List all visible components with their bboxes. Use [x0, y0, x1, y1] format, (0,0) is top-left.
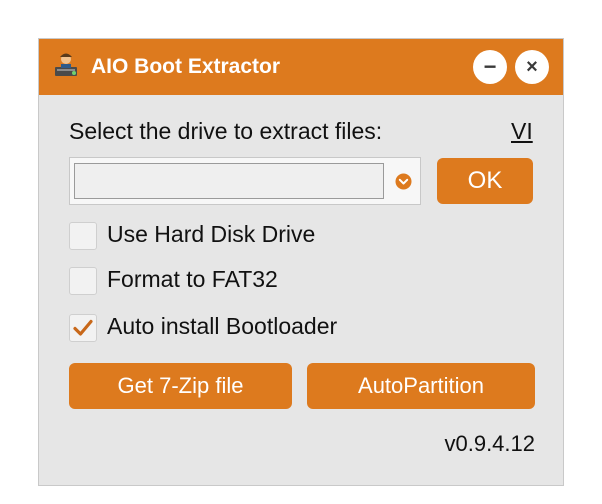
checkbox-box[interactable]	[69, 314, 97, 342]
window-title: AIO Boot Extractor	[91, 55, 281, 78]
app-window: AIO Boot Extractor − × Select the drive …	[38, 38, 564, 486]
checkmark-icon	[73, 319, 93, 336]
title-bar: AIO Boot Extractor − ×	[39, 39, 563, 95]
drive-select-field[interactable]	[74, 163, 384, 199]
checkbox-label: Use Hard Disk Drive	[107, 221, 316, 247]
version-label: v0.9.4.12	[444, 431, 535, 456]
minimize-button[interactable]: −	[473, 50, 507, 84]
get-7zip-button[interactable]: Get 7-Zip file	[69, 363, 292, 409]
checkbox-box[interactable]	[69, 267, 97, 295]
drive-prompt-label: Select the drive to extract files:	[69, 118, 383, 144]
ok-button[interactable]: OK	[437, 158, 533, 204]
drive-select[interactable]	[69, 157, 421, 205]
chevron-down-icon[interactable]	[395, 173, 412, 190]
checkbox-label: Auto install Bootloader	[107, 313, 338, 339]
checkbox-label: Format to FAT32	[107, 266, 278, 292]
app-icon	[51, 50, 81, 80]
autopartition-button[interactable]: AutoPartition	[307, 363, 535, 409]
close-button[interactable]: ×	[515, 50, 549, 84]
checkbox-box[interactable]	[69, 222, 97, 250]
language-link[interactable]: VI	[511, 118, 533, 145]
